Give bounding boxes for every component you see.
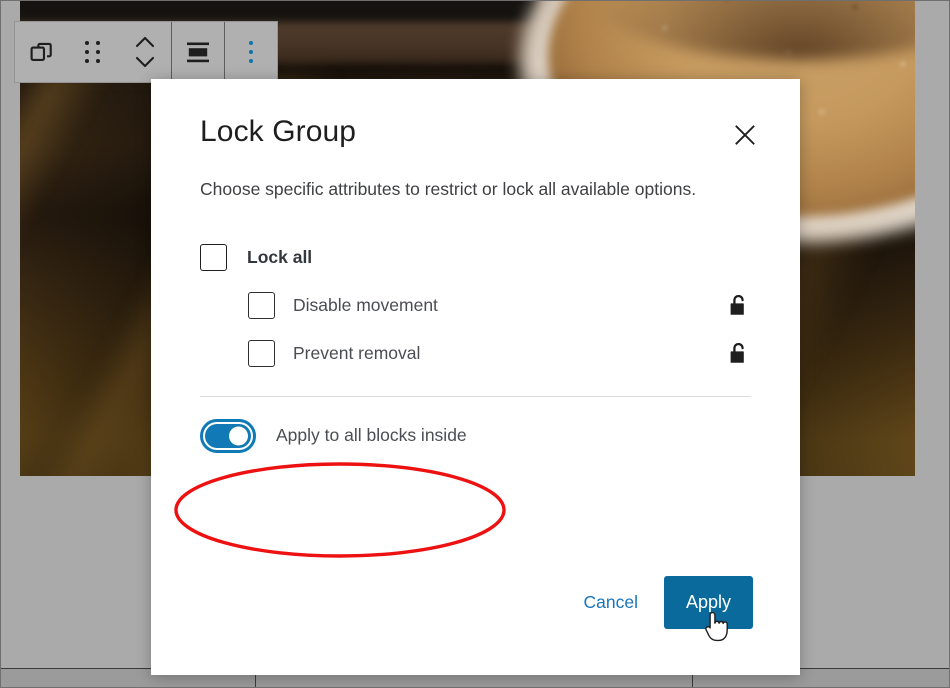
lock-all-label: Lock all	[247, 247, 313, 268]
prevent-removal-checkbox[interactable]	[248, 340, 275, 368]
group-block-button[interactable]	[15, 22, 67, 82]
toggle-knob	[229, 426, 248, 446]
prevent-removal-label: Prevent removal	[293, 343, 421, 364]
option-row-prevent-removal[interactable]: Prevent removal	[200, 330, 751, 378]
dialog-footer: Cancel Apply	[571, 576, 753, 629]
drag-handle-button[interactable]	[67, 22, 119, 82]
lock-group-dialog: Lock Group Choose specific attributes to…	[151, 79, 800, 675]
toolbar-group-primary	[15, 22, 172, 82]
apply-to-all-blocks-row[interactable]: Apply to all blocks inside	[151, 397, 800, 453]
dialog-header: Lock Group	[151, 79, 800, 148]
dark-edge-band	[20, 0, 540, 22]
block-toolbar[interactable]	[14, 21, 278, 83]
apply-button[interactable]: Apply	[663, 576, 753, 629]
lock-all-checkbox[interactable]	[200, 244, 227, 272]
dialog-description: Choose specific attributes to restrict o…	[200, 179, 697, 199]
move-updown-button[interactable]	[119, 22, 171, 82]
apply-to-all-blocks-toggle[interactable]	[200, 418, 256, 453]
unlocked-padlock-icon	[727, 341, 751, 367]
dialog-title: Lock Group	[200, 115, 357, 148]
option-row-lock-all[interactable]: Lock all	[200, 234, 751, 282]
close-icon	[732, 122, 758, 151]
disable-movement-checkbox[interactable]	[248, 292, 275, 320]
drag-handle-icon	[85, 41, 101, 63]
screen: Lock Group Choose specific attributes to…	[0, 0, 950, 688]
lock-options-list: Lock all Disable movement Prevent remova…	[151, 202, 800, 378]
toolbar-group-align	[172, 22, 225, 82]
option-row-disable-movement[interactable]: Disable movement	[200, 282, 751, 330]
toolbar-group-more	[225, 22, 277, 82]
more-options-button[interactable]	[225, 22, 277, 82]
unlocked-padlock-icon	[727, 293, 751, 319]
align-button[interactable]	[172, 22, 224, 82]
close-button[interactable]	[728, 119, 762, 153]
disable-movement-label: Disable movement	[293, 295, 438, 316]
group-block-icon	[28, 39, 55, 66]
more-options-icon	[249, 41, 253, 63]
align-icon	[184, 38, 212, 66]
move-updown-icon	[132, 32, 158, 72]
cancel-button[interactable]: Cancel	[571, 582, 649, 623]
apply-to-all-blocks-label: Apply to all blocks inside	[276, 425, 467, 446]
